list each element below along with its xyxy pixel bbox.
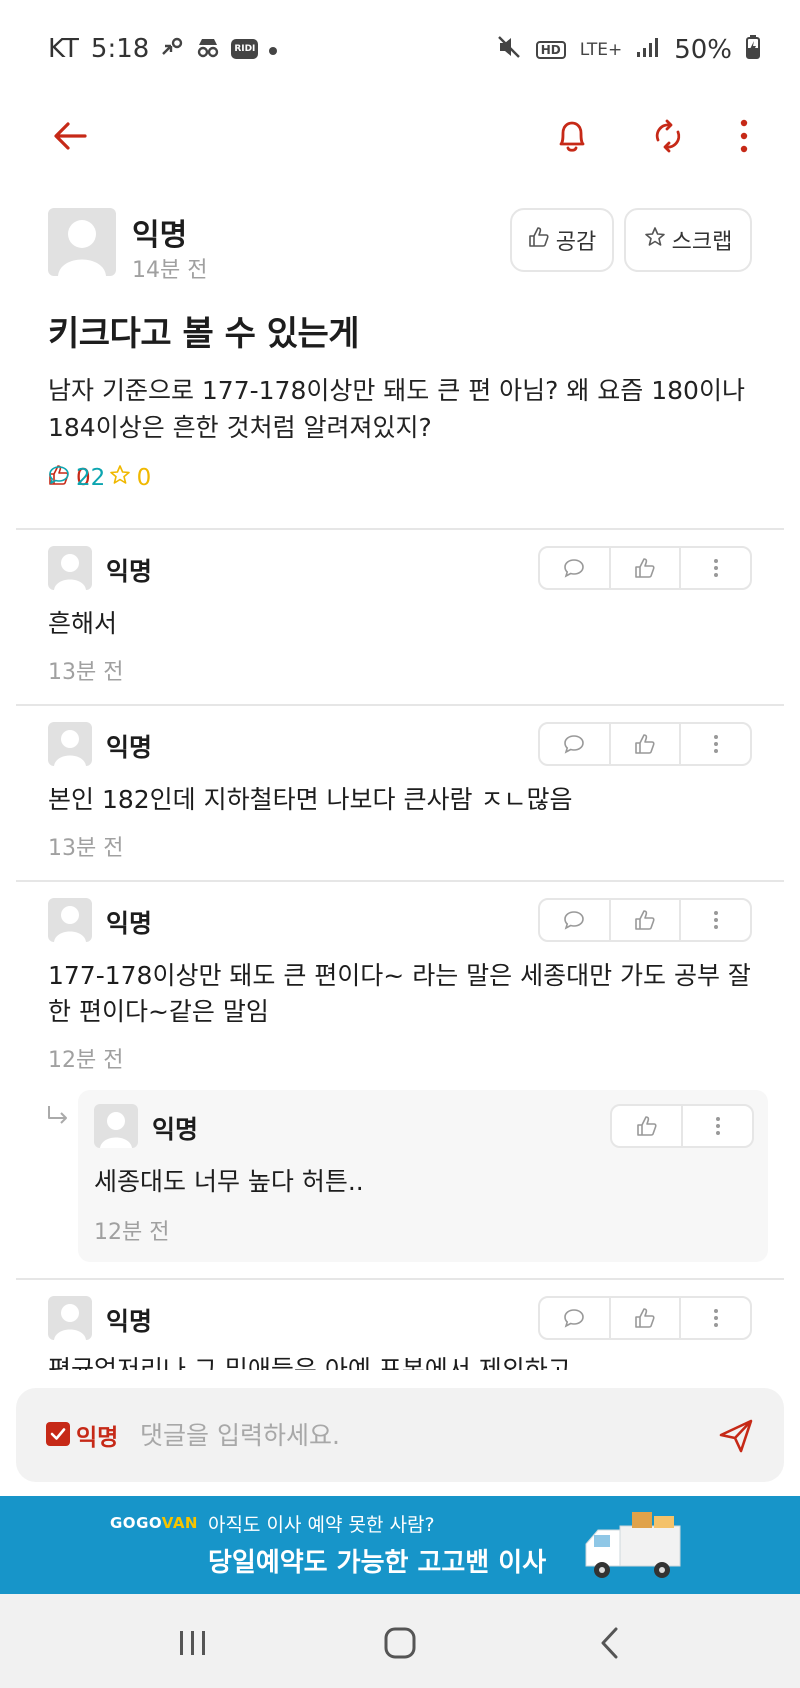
comment-time: 13분 전 — [48, 836, 124, 861]
thumbs-up-icon[interactable] — [611, 1298, 682, 1338]
signal-icon — [636, 36, 660, 63]
comment-author: 익명 — [106, 909, 153, 938]
post-title: 키크다고 볼 수 있는게 — [48, 314, 360, 354]
reply-item: 익명 세종대도 너무 높다 허튼.. 12분 전 — [78, 1090, 768, 1262]
notification-dot-icon — [268, 37, 278, 61]
comment-time: 13분 전 — [48, 660, 124, 685]
call-forwarding-icon — [161, 36, 185, 63]
more-vertical-icon[interactable] — [683, 1106, 752, 1146]
anonymous-label[interactable]: 익명 — [76, 1418, 118, 1452]
comment-actions — [538, 898, 752, 942]
more-vertical-icon[interactable] — [722, 114, 766, 158]
comment-time: 12분 전 — [48, 1048, 124, 1073]
comment-actions — [538, 546, 752, 590]
refresh-icon[interactable] — [646, 114, 690, 158]
avatar — [94, 1104, 138, 1148]
comment-text: 평균얼저리나 그 밑애들은 아예 표본에서 제외하고 — [48, 1355, 571, 1370]
avatar — [48, 1296, 92, 1340]
hd-voice-icon: HD — [535, 40, 566, 59]
comment-input[interactable] — [140, 1410, 700, 1460]
status-right: HD LTE+ 50% — [496, 34, 760, 65]
like-button[interactable]: 공감 — [510, 208, 614, 272]
clock: 5:18 — [90, 34, 150, 64]
incognito-icon — [195, 36, 221, 63]
avatar — [48, 722, 92, 766]
comment-count: 22 — [48, 464, 800, 492]
ridi-app-icon: RIDI — [231, 39, 259, 59]
post-author: 익명 — [132, 218, 188, 253]
speech-bubble-icon — [48, 464, 70, 492]
reply-icon[interactable] — [540, 1298, 611, 1338]
post-body: 남자 기준으로 177-178이상만 돼도 큰 편 아님? 왜 요즘 180이나… — [48, 376, 745, 442]
comment-count-value: 22 — [76, 465, 106, 491]
comment-author: 익명 — [106, 1307, 153, 1336]
reply-icon[interactable] — [540, 548, 611, 588]
post-time: 14분 전 — [132, 258, 208, 283]
bell-icon[interactable] — [550, 114, 594, 158]
comment-text: 177-178이상만 돼도 큰 편이다~ 라는 말은 세종대만 가도 공부 잘한… — [48, 961, 751, 1026]
reply-time: 12분 전 — [94, 1220, 170, 1245]
thumbs-up-icon — [528, 226, 550, 254]
status-bar: KT 5:18 RIDI HD LTE+ 50% — [0, 0, 800, 100]
lte-icon: LTE+ — [579, 39, 623, 60]
moving-truck-icon — [580, 1508, 690, 1586]
divider — [16, 528, 784, 530]
reply-icon[interactable] — [540, 724, 611, 764]
ad-brand-right: VAN — [161, 1514, 198, 1532]
thumbs-up-icon[interactable] — [611, 724, 682, 764]
scrap-button-label: 스크랩 — [671, 230, 733, 255]
divider — [16, 1278, 784, 1280]
comment-author: 익명 — [106, 733, 153, 762]
comment-author: 익명 — [106, 557, 153, 586]
ad-headline: 아직도 이사 예약 못한 사람? — [208, 1514, 435, 1536]
anonymous-checkbox[interactable] — [46, 1422, 70, 1446]
comment-input-bar: 익명 — [16, 1388, 784, 1482]
more-vertical-icon[interactable] — [681, 1298, 750, 1338]
reply-actions — [610, 1104, 754, 1148]
mute-icon — [496, 34, 522, 65]
reply-author: 익명 — [152, 1115, 199, 1144]
reply-icon[interactable] — [540, 900, 611, 940]
top-navigation — [0, 100, 800, 174]
scrap-button[interactable]: 스크랩 — [624, 208, 752, 272]
carrier: KT — [48, 34, 79, 64]
status-left: KT 5:18 RIDI — [48, 34, 278, 64]
ad-subheadline: 당일예약도 가능한 고고밴 이사 — [208, 1548, 547, 1578]
divider — [16, 704, 784, 706]
back-icon[interactable] — [584, 1618, 634, 1668]
more-vertical-icon[interactable] — [681, 724, 750, 764]
star-icon — [644, 226, 666, 254]
ad-brand-left: GOGO — [110, 1514, 162, 1532]
reply-text: 세종대도 너무 높다 허튼.. — [94, 1167, 364, 1196]
avatar — [48, 898, 92, 942]
divider — [16, 880, 784, 882]
thumbs-up-icon[interactable] — [611, 548, 682, 588]
avatar — [48, 546, 92, 590]
send-icon[interactable] — [714, 1414, 758, 1458]
comment-actions — [538, 722, 752, 766]
comment-text: 본인 182인데 지하철타면 나보다 큰사람 ㅈㄴ많음 — [48, 785, 573, 814]
battery-percent: 50% — [674, 34, 732, 65]
comment-text: 흔해서 — [48, 609, 118, 638]
reply-arrow-icon — [46, 1104, 70, 1134]
thumbs-up-icon[interactable] — [612, 1106, 683, 1146]
avatar — [48, 208, 116, 276]
more-vertical-icon[interactable] — [681, 900, 750, 940]
ad-banner[interactable]: GOGOVAN 아직도 이사 예약 못한 사람? 당일예약도 가능한 고고밴 이… — [0, 1496, 800, 1594]
system-navigation-bar — [0, 1594, 800, 1688]
thumbs-up-icon[interactable] — [611, 900, 682, 940]
back-arrow-icon[interactable] — [48, 114, 92, 158]
home-icon[interactable] — [375, 1618, 425, 1668]
comment-actions — [538, 1296, 752, 1340]
more-vertical-icon[interactable] — [681, 548, 750, 588]
recent-apps-icon[interactable] — [168, 1618, 218, 1668]
post-stats: 0 22 0 — [48, 464, 151, 492]
battery-charging-icon — [746, 35, 760, 64]
like-button-label: 공감 — [555, 230, 597, 255]
comment-clip-area: 익명 평균얼저리나 그 밑애들은 아예 표본에서 제외하고 — [0, 1290, 800, 1370]
ad-brand-logo: GOGOVAN — [110, 1514, 198, 1532]
